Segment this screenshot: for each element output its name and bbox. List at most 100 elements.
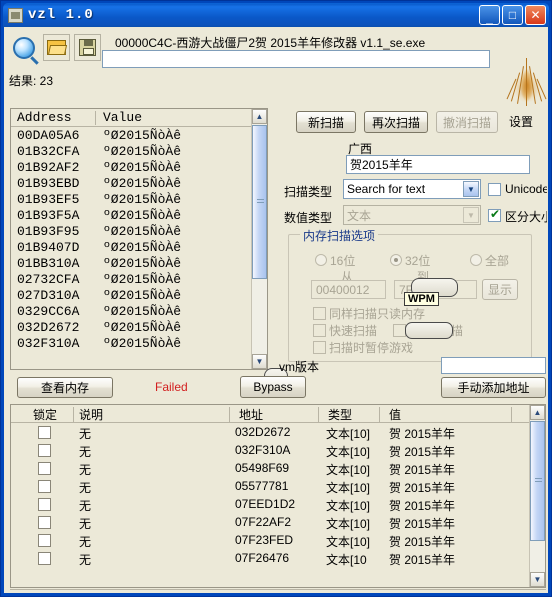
scan-result-value: ºØ2015ÑòÀê [103, 176, 182, 191]
scan-result-row[interactable]: 00DA05A6 ºØ2015ÑòÀê [12, 128, 252, 144]
row-address: 032D2672 [235, 425, 291, 439]
col-table-address: 地址 [239, 408, 264, 422]
magnifier-icon[interactable] [10, 34, 37, 61]
wpm-tooltip: WPM [404, 292, 439, 306]
scroll-up-icon[interactable]: ▲ [530, 405, 545, 420]
help-icon[interactable]: ? [533, 591, 540, 592]
col-type: 类型 [328, 408, 353, 422]
scroll-down-icon[interactable]: ▼ [252, 354, 267, 369]
scan-result-value: ºØ2015ÑòÀê [103, 256, 182, 271]
scan-result-row[interactable]: 01BB310A ºØ2015ÑòÀê [12, 256, 252, 272]
table-row[interactable]: 无 07F23FED 文本[10] 贺 2015羊年 [11, 532, 528, 550]
misc-input[interactable] [441, 357, 546, 374]
cheat-table[interactable]: 锁定 说明 地址 类型 值 无 032D2672 文本[10] 贺 2015羊年无 03… [10, 404, 546, 588]
settings-label[interactable]: 设置 [509, 113, 533, 130]
open-folder-icon[interactable] [43, 34, 70, 61]
scroll-down-icon[interactable]: ▼ [530, 572, 545, 587]
maximize-button[interactable]: □ [502, 5, 523, 25]
scrollbar-thumb[interactable] [530, 421, 545, 541]
from-address-input: 00400012 [311, 280, 386, 299]
scan-readonly-checkbox [313, 307, 326, 320]
save-disk-icon[interactable] [74, 34, 101, 61]
row-value: 贺 2015羊年 [389, 535, 456, 549]
scan-result-value: ºØ2015ÑòÀê [103, 192, 182, 207]
cursor-overlay-fast-scan [405, 322, 453, 339]
minimize-button[interactable]: _ [479, 5, 500, 25]
row-address: 07F23FED [235, 533, 294, 547]
table-row[interactable]: 无 07F26476 文本[10 贺 2015羊年 [11, 550, 528, 568]
scroll-up-icon[interactable]: ▲ [252, 109, 267, 124]
new-scan-button[interactable]: 新扫描 [296, 111, 356, 133]
scan-result-row[interactable]: 01B93EBD ºØ2015ÑòÀê [12, 176, 252, 192]
table-row[interactable]: 无 07EED1D2 文本[10] 贺 2015羊年 [11, 496, 528, 514]
value-type-label: 数值类型 [284, 211, 333, 225]
lock-checkbox[interactable] [38, 552, 51, 565]
scan-type-value: Search for text [347, 182, 426, 196]
table-row[interactable]: 无1006F35A文本[10贺 2015羊年 [11, 568, 528, 569]
scan-result-value: ºØ2015ÑòÀê [103, 336, 182, 350]
scan-result-address: 01B9407D [17, 240, 80, 255]
scrollbar-thumb[interactable] [252, 125, 267, 279]
row-description: 无 [79, 553, 92, 567]
status-failed-label: Failed [155, 380, 188, 394]
table-row[interactable]: 无 05577781 文本[10] 贺 2015羊年 [11, 478, 528, 496]
scan-result-address: 032D2672 [17, 320, 80, 335]
col-value: Value [103, 110, 143, 125]
lock-checkbox[interactable] [38, 480, 51, 493]
scan-result-value: ºØ2015ÑòÀê [103, 224, 182, 239]
application-window: vzl 1.0 _ □ ✕ 00000C4C-西游大战僵尸2贺 2015羊年修改… [0, 0, 552, 597]
lock-checkbox[interactable] [38, 534, 51, 547]
scan-results-list[interactable]: Address Value 00DA05A6 ºØ2015ÑòÀê 01B32CFA… [10, 108, 268, 370]
scan-result-row[interactable]: 01B92AF2 ºØ2015ÑòÀê [12, 160, 252, 176]
scan-result-row[interactable]: 01B93F95 ºØ2015ÑòÀê [12, 224, 252, 240]
rescan-button[interactable]: 再次扫描 [364, 111, 428, 133]
scan-type-dropdown[interactable]: Search for text ▼ [343, 179, 481, 199]
cheat-table-scrollbar[interactable]: ▲ ▼ [529, 405, 545, 587]
case-sensitive-checkbox[interactable] [488, 207, 501, 222]
lock-checkbox[interactable] [38, 516, 51, 529]
scan-result-row[interactable]: 01B9407D ºØ2015ÑòÀê [12, 240, 252, 256]
manual-add-address-button[interactable]: 手动添加地址 [441, 377, 546, 398]
scan-result-value: ºØ2015ÑòÀê [103, 272, 182, 287]
memory-scan-options-title: 内存扫描选项 [300, 227, 379, 244]
table-row[interactable]: 无 07F22AF2 文本[10] 贺 2015羊年 [11, 514, 528, 532]
scan-value-input[interactable] [346, 155, 530, 174]
scan-result-row[interactable]: 032D2672 ºØ2015ÑòÀê [12, 320, 252, 336]
advanced-options-label[interactable]: 高级选项 [32, 592, 80, 593]
lock-checkbox[interactable] [38, 426, 51, 439]
table-row[interactable]: 无 032F310A 文本[10] 贺 2015羊年 [11, 442, 528, 460]
scan-result-row[interactable]: 0329CC6A ºØ2015ÑòÀê [12, 304, 252, 320]
lock-checkbox[interactable] [38, 444, 51, 457]
close-button[interactable]: ✕ [525, 5, 546, 25]
row-value: 贺 2015羊年 [389, 445, 456, 459]
view-memory-button[interactable]: 查看内存 [17, 377, 113, 398]
lock-checkbox[interactable] [38, 462, 51, 475]
bypass-button[interactable]: Bypass [240, 376, 306, 398]
radio-32bit-label: 32位 [405, 254, 431, 268]
row-value: 贺 2015羊年 [389, 481, 456, 495]
scan-result-address: 02732CFA [17, 272, 80, 287]
scan-result-row[interactable]: 01B32CFA ºØ2015ÑòÀê [12, 144, 252, 160]
scan-result-row[interactable]: 027D310A ºØ2015ÑòÀê [12, 288, 252, 304]
scan-result-row[interactable]: 01B93F5A ºØ2015ÑòÀê [12, 208, 252, 224]
lock-checkbox[interactable] [38, 498, 51, 511]
scan-result-row[interactable]: 032F310A ºØ2015ÑòÀê [12, 336, 252, 350]
pause-game-checkbox [313, 341, 326, 354]
scan-result-row[interactable]: 02732CFA ºØ2015ÑòÀê [12, 272, 252, 288]
process-input[interactable] [102, 50, 490, 68]
row-description: 无 [79, 445, 92, 459]
chevron-down-icon[interactable]: ▼ [463, 181, 479, 197]
row-value: 贺 2015羊年 [389, 463, 456, 477]
scan-result-value: ºØ2015ÑòÀê [103, 288, 182, 303]
scan-result-row[interactable]: 01B93EF5 ºØ2015ÑòÀê [12, 192, 252, 208]
process-title: 00000C4C-西游大战僵尸2贺 2015羊年修改器 v1.1_se.exe [115, 36, 426, 50]
unicode-checkbox[interactable] [488, 183, 501, 196]
row-value: 贺 2015羊年 [389, 499, 456, 513]
col-address: Address [17, 110, 72, 125]
pause-game-label: 扫描时暂停游戏 [329, 341, 414, 355]
scan-results-scrollbar[interactable]: ▲ ▼ [251, 109, 267, 369]
scan-result-value: ºØ2015ÑòÀê [103, 208, 182, 223]
col-description: 说明 [79, 408, 104, 422]
table-row[interactable]: 无 032D2672 文本[10] 贺 2015羊年 [11, 424, 528, 442]
table-row[interactable]: 无 05498F69 文本[10] 贺 2015羊年 [11, 460, 528, 478]
